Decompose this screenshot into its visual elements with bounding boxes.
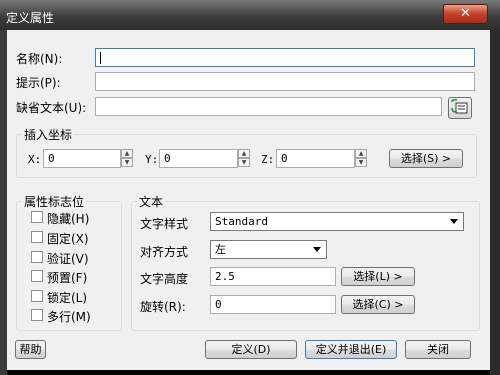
name-input[interactable] <box>95 48 475 67</box>
default-text-input[interactable] <box>95 97 442 116</box>
dialog-body: 名称(N): 提示(P): 缺省文本(U): 插入坐标 X: 0 ▲ ▼ Y: 0… <box>7 30 490 370</box>
x-spinner[interactable]: ▲ ▼ <box>121 149 133 168</box>
insert-field-button[interactable] <box>448 97 472 119</box>
close-window-button[interactable]: ✕ <box>443 4 488 24</box>
prompt-input[interactable] <box>95 72 475 91</box>
text-style-dropdown[interactable]: Standard <box>210 212 464 231</box>
rotation-label: 旋转(R): <box>140 300 186 314</box>
dropdown-arrow-icon <box>450 219 458 224</box>
define-and-exit-button[interactable]: 定义并退出(E) <box>305 340 397 359</box>
text-settings-legend: 文本 <box>139 195 164 209</box>
define-attribute-dialog: 定义属性 ✕ 名称(N): 提示(P): 缺省文本(U): 插入坐标 X: 0 … <box>0 0 500 375</box>
insert-point-legend: 插入坐标 <box>24 128 73 142</box>
text-style-value: Standard <box>215 215 268 228</box>
x-label: X: <box>28 153 42 166</box>
text-style-label: 文字样式 <box>140 217 189 231</box>
justify-value: 左 <box>215 243 226 256</box>
dialog-title: 定义属性 <box>6 11 55 25</box>
verify-checkbox[interactable] <box>31 251 43 263</box>
verify-label: 验证(V) <box>47 252 89 266</box>
y-spinner[interactable]: ▲ ▼ <box>238 149 250 168</box>
multiline-checkbox[interactable] <box>31 309 43 321</box>
multiline-label: 多行(M) <box>47 310 91 324</box>
z-spinner[interactable]: ▲ ▼ <box>355 149 367 168</box>
text-caret <box>100 52 101 64</box>
text-height-label: 文字高度 <box>140 272 189 286</box>
preset-checkbox[interactable] <box>31 270 43 282</box>
pick-point-button[interactable]: 选择(S) > <box>389 149 463 168</box>
default-text-label: 缺省文本(U): <box>16 101 87 115</box>
window-frame-left <box>0 30 7 375</box>
hidden-checkbox[interactable] <box>31 211 43 223</box>
help-button[interactable]: 帮助 <box>15 340 46 359</box>
rotation-input[interactable]: 0 <box>210 295 336 314</box>
window-frame-right <box>490 30 500 375</box>
preset-label: 预置(F) <box>47 271 88 285</box>
text-height-input[interactable]: 2.5 <box>210 267 336 286</box>
x-input[interactable]: 0 <box>43 149 121 168</box>
justify-dropdown[interactable]: 左 <box>210 240 327 259</box>
z-label: Z: <box>261 153 275 166</box>
attribute-flags-legend: 属性标志位 <box>24 195 85 209</box>
constant-label: 固定(X) <box>47 232 89 246</box>
pick-rotation-button[interactable]: 选择(C) > <box>341 295 415 314</box>
dropdown-arrow-icon <box>313 247 321 252</box>
z-input[interactable]: 0 <box>276 149 355 168</box>
prompt-label: 提示(P): <box>16 76 61 90</box>
hidden-label: 隐藏(H) <box>47 212 90 226</box>
title-bar[interactable]: 定义属性 ✕ <box>0 0 500 30</box>
justify-label: 对齐方式 <box>140 245 189 259</box>
pick-height-button[interactable]: 选择(L) > <box>341 267 415 286</box>
close-button[interactable]: 关闭 <box>405 340 471 359</box>
insert-field-icon <box>451 99 468 114</box>
name-label: 名称(N): <box>16 52 63 66</box>
close-icon: ✕ <box>460 6 471 21</box>
y-input[interactable]: 0 <box>159 149 238 168</box>
lock-position-label: 锁定(L) <box>47 291 88 305</box>
define-button[interactable]: 定义(D) <box>205 340 297 359</box>
y-label: Y: <box>145 153 159 166</box>
constant-checkbox[interactable] <box>31 231 43 243</box>
lock-position-checkbox[interactable] <box>31 290 43 302</box>
